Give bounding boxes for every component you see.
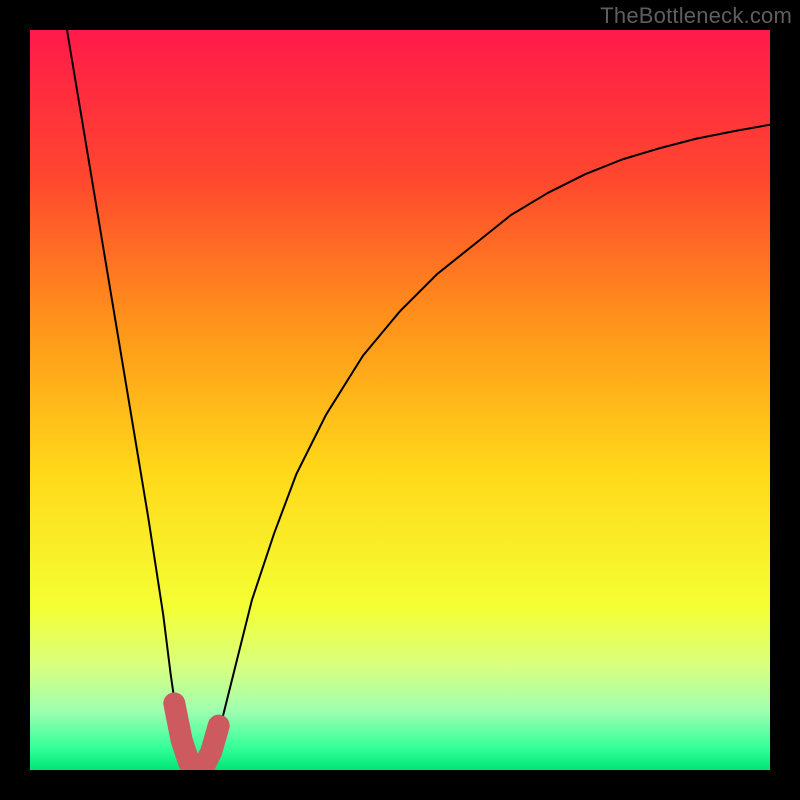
- plot-area: [30, 30, 770, 770]
- watermark-text: TheBottleneck.com: [600, 3, 792, 29]
- chart-frame: TheBottleneck.com: [0, 0, 800, 800]
- dip-highlight: [30, 30, 770, 770]
